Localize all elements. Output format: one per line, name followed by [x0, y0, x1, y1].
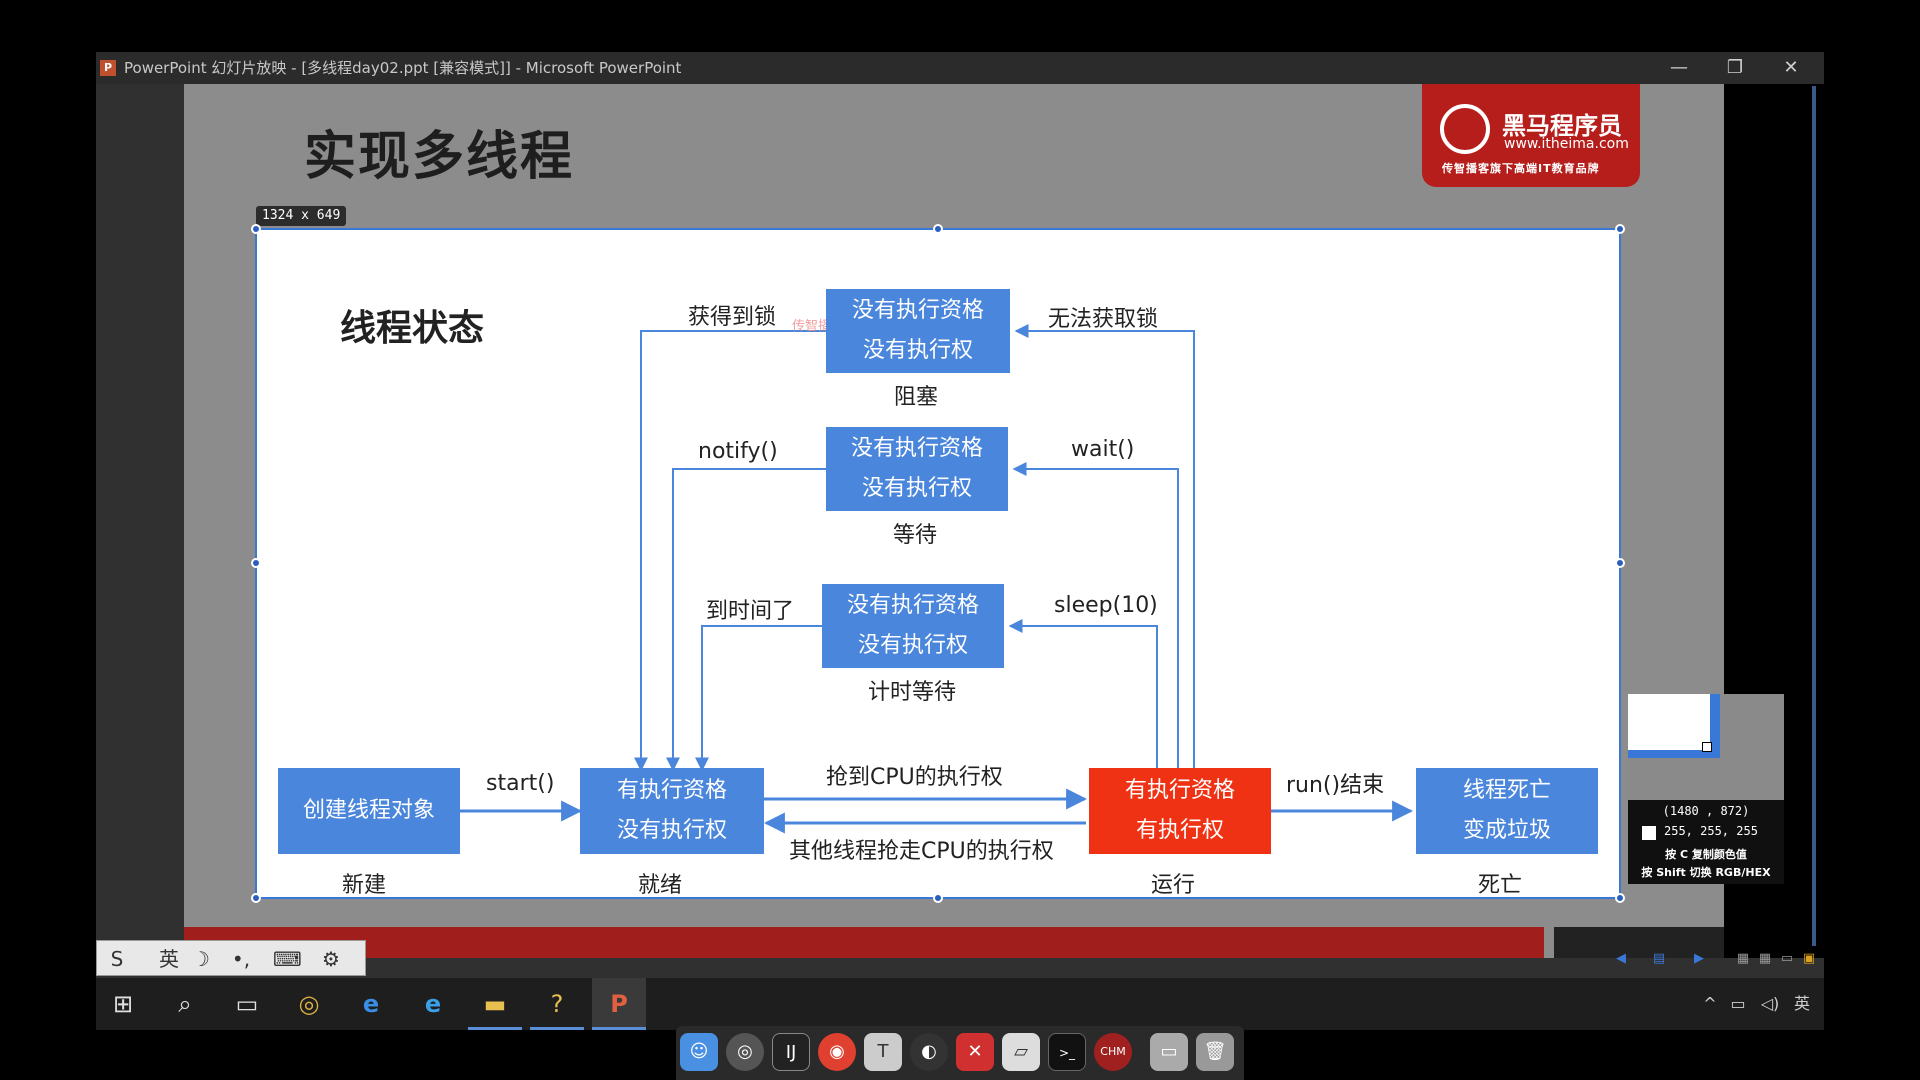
- slide-footer-bar: [184, 927, 1544, 958]
- intellij-icon[interactable]: IJ: [772, 1033, 810, 1071]
- trash-icon[interactable]: 🗑: [1196, 1033, 1234, 1071]
- slide-title: 实现多线程: [304, 127, 575, 187]
- picker-switch-tip: 按 Shift 切换 RGB/HEX: [1641, 866, 1771, 879]
- reading-view-icon[interactable]: ▭: [1778, 952, 1796, 966]
- minimize-button[interactable]: —: [1652, 52, 1706, 84]
- search-icon[interactable]: ⌕: [158, 978, 212, 1030]
- selection-size-label: 1324 x 649: [256, 206, 347, 226]
- finder-icon[interactable]: ☺: [680, 1033, 718, 1071]
- prev-slide-icon[interactable]: ◀: [1612, 952, 1630, 966]
- resize-handle-top-left[interactable]: [251, 224, 261, 234]
- logo-emblem-icon: [1440, 104, 1490, 154]
- volume-icon[interactable]: ◁): [1756, 978, 1784, 1030]
- chrome-icon[interactable]: ◉: [818, 1033, 856, 1071]
- resize-handle-left[interactable]: [251, 558, 261, 568]
- sorter-view-icon[interactable]: ▦: [1756, 952, 1774, 966]
- powerpoint-icon: P: [100, 60, 116, 76]
- resize-handle-bottom-right[interactable]: [1615, 893, 1625, 903]
- itheima-logo: 黑马程序员 www.itheima.com 传智播客旗下高端IT教育品牌: [1422, 84, 1640, 187]
- picker-copy-tip: 按 C 复制颜色值: [1665, 848, 1747, 861]
- obs-icon[interactable]: ◐: [910, 1033, 948, 1071]
- window-right-edge: [1812, 86, 1816, 946]
- picker-rgb-value: 255, 255, 255: [1664, 824, 1758, 838]
- eclipse-icon[interactable]: ◎: [282, 978, 336, 1030]
- normal-view-icon[interactable]: ▦: [1734, 952, 1752, 966]
- windows-start-icon[interactable]: ⊞: [96, 978, 150, 1030]
- close-button[interactable]: ✕: [1764, 52, 1818, 84]
- title-bar[interactable]: P PowerPoint 幻灯片放映 - [多线程day02.ppt [兼容模式…: [96, 52, 1824, 84]
- selection-border[interactable]: [255, 228, 1621, 899]
- powerpoint-taskbar-icon[interactable]: P: [592, 978, 646, 1030]
- restore-button[interactable]: ❐: [1708, 52, 1762, 84]
- menu-icon[interactable]: ▤: [1650, 952, 1668, 966]
- magnifier-preview: [1628, 694, 1784, 800]
- network-icon[interactable]: ▭: [1726, 978, 1750, 1030]
- resize-handle-top[interactable]: [933, 224, 943, 234]
- chm-reader-icon[interactable]: CHM: [1094, 1033, 1132, 1071]
- next-slide-icon[interactable]: ▶: [1690, 952, 1708, 966]
- help-icon[interactable]: ?: [530, 978, 584, 1030]
- magnifier-cursor: [1702, 742, 1712, 752]
- ime-language-toggle[interactable]: 英: [155, 945, 183, 973]
- notes-icon[interactable]: ▱: [1002, 1033, 1040, 1071]
- resize-handle-bottom[interactable]: [933, 893, 943, 903]
- edge-icon[interactable]: e: [344, 978, 398, 1030]
- tray-chevron-icon[interactable]: ^: [1700, 978, 1720, 1030]
- typora-icon[interactable]: T: [864, 1033, 902, 1071]
- window-title: PowerPoint 幻灯片放映 - [多线程day02.ppt [兼容模式]]…: [124, 59, 682, 77]
- xmind-icon[interactable]: ✕: [956, 1033, 994, 1071]
- resize-handle-bottom-left[interactable]: [251, 893, 261, 903]
- logo-slogan: 传智播客旗下高端IT教育品牌: [1442, 162, 1600, 175]
- window-thumbnail-icon[interactable]: ▭: [1150, 1033, 1188, 1071]
- picker-color-swatch: [1642, 826, 1656, 840]
- windows-taskbar: ⊞ ⌕ ▭ ◎ e e ▬ ? P ^ ▭ ◁) 英: [96, 978, 1824, 1030]
- magnifier-white-area: [1628, 694, 1710, 750]
- launchpad-icon[interactable]: ◎: [726, 1033, 764, 1071]
- slideshow-view-icon[interactable]: ▣: [1800, 952, 1818, 966]
- logo-url: www.itheima.com: [1504, 136, 1629, 152]
- task-view-icon[interactable]: ▭: [220, 978, 274, 1030]
- resize-handle-right[interactable]: [1615, 558, 1625, 568]
- tray-ime-indicator[interactable]: 英: [1790, 978, 1814, 1030]
- keyboard-icon[interactable]: ⌨: [273, 945, 302, 973]
- ime-toolbar[interactable]: S 英 ☽ •, ⌨ ⚙: [96, 940, 366, 976]
- moon-icon[interactable]: ☽: [187, 945, 215, 973]
- color-picker-tooltip: (1480 , 872) 255, 255, 255 按 C 复制颜色值 按 S…: [1628, 694, 1784, 884]
- terminal-icon[interactable]: >_: [1048, 1033, 1086, 1071]
- ime-logo-icon[interactable]: S: [103, 945, 131, 973]
- settings-gear-icon[interactable]: ⚙: [317, 945, 345, 973]
- file-explorer-icon[interactable]: ▬: [468, 978, 522, 1030]
- internet-explorer-icon[interactable]: e: [406, 978, 460, 1030]
- mac-dock: ☺ ◎ IJ ◉ T ◐ ✕ ▱ >_ CHM ▭ 🗑: [676, 1026, 1244, 1080]
- resize-handle-top-right[interactable]: [1615, 224, 1625, 234]
- punctuation-icon[interactable]: •,: [227, 945, 255, 973]
- picker-coordinates: (1480 , 872): [1662, 804, 1750, 818]
